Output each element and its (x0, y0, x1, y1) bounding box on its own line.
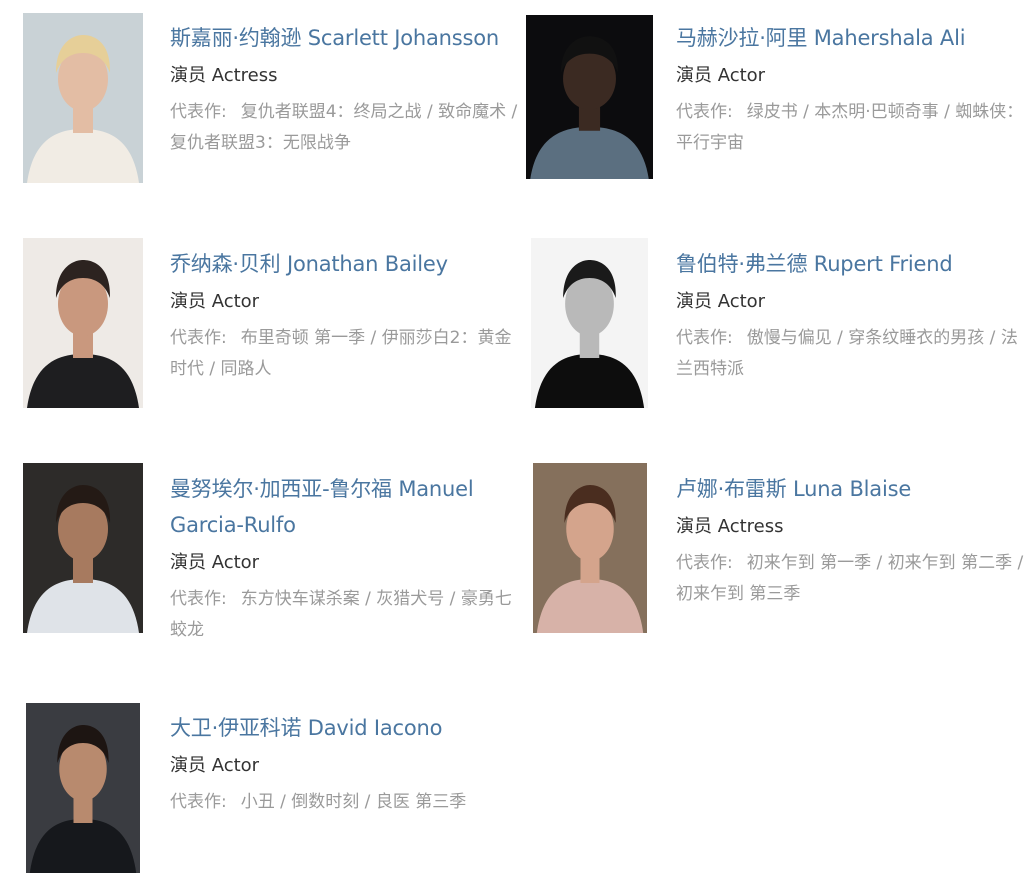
celebrity-photo[interactable] (23, 238, 143, 408)
celebrity-name-link[interactable]: 乔纳森·贝利 Jonathan Bailey (170, 246, 525, 282)
celebrity-photo[interactable] (23, 463, 143, 633)
celebrity-photo[interactable] (23, 13, 143, 183)
celebrity-photo[interactable] (26, 703, 140, 873)
celebrity-role: 演员 Actor (170, 552, 260, 573)
work-link[interactable]: 良医 第三季 (376, 792, 466, 812)
celebrity-photo[interactable] (533, 463, 647, 633)
work-link[interactable]: 本杰明·巴顿奇事 (814, 102, 938, 122)
celebrity-role: 演员 Actor (676, 65, 766, 86)
celebrity-name-link[interactable]: 鲁伯特·弗兰德 Rupert Friend (676, 246, 1026, 282)
celebrity-name-link[interactable]: 斯嘉丽·约翰逊 Scarlett Johansson (170, 20, 525, 56)
works-label: 代表作: (676, 328, 733, 348)
work-link[interactable]: 倒数时刻 (291, 792, 359, 812)
celebrity-photo[interactable] (526, 15, 653, 179)
representative-works: 代表作: 布里奇顿 第一季 / 伊丽莎白2：黄金时代 / 同路人 (170, 328, 512, 379)
celebrity-name-link[interactable]: 曼努埃尔·加西亚-鲁尔福 Manuel Garcia-Rulfo (170, 471, 525, 543)
work-link[interactable]: 傲慢与偏见 (747, 328, 832, 348)
representative-works: 代表作: 小丑 / 倒数时刻 / 良医 第三季 (170, 792, 467, 812)
representative-works: 代表作: 复仇者联盟4：终局之战 / 致命魔术 / 复仇者联盟3：无限战争 (170, 102, 518, 153)
work-link[interactable]: 初来乍到 第一季 (747, 553, 871, 573)
work-link[interactable]: 小丑 (241, 792, 275, 812)
celebrity-name-link[interactable]: 大卫·伊亚科诺 David Iacono (170, 710, 525, 746)
work-link[interactable]: 复仇者联盟4：终局之战 (241, 102, 422, 122)
celebrity-photo[interactable] (531, 238, 648, 408)
works-label: 代表作: (170, 792, 227, 812)
representative-works: 代表作: 傲慢与偏见 / 穿条纹睡衣的男孩 / 法兰西特派 (676, 328, 1018, 379)
works-label: 代表作: (676, 102, 733, 122)
work-link[interactable]: 穿条纹睡衣的男孩 (848, 328, 984, 348)
celebrity-role: 演员 Actor (676, 291, 766, 312)
representative-works: 代表作: 初来乍到 第一季 / 初来乍到 第二季 / 初来乍到 第三季 (676, 553, 1024, 604)
celebrity-role: 演员 Actor (170, 755, 260, 776)
celebrity-name-link[interactable]: 卢娜·布雷斯 Luna Blaise (676, 471, 1026, 507)
celebrity-role: 演员 Actress (676, 516, 784, 537)
celebrity-role: 演员 Actor (170, 291, 260, 312)
celebrity-role: 演员 Actress (170, 65, 278, 86)
work-link[interactable]: 初来乍到 第三季 (676, 584, 800, 604)
work-link[interactable]: 布里奇顿 第一季 (241, 328, 365, 348)
representative-works: 代表作: 东方快车谋杀案 / 灰猎犬号 / 豪勇七蛟龙 (170, 589, 512, 640)
works-label: 代表作: (170, 328, 227, 348)
work-link[interactable]: 复仇者联盟3：无限战争 (170, 133, 351, 153)
work-link[interactable]: 致命魔术 (438, 102, 506, 122)
work-link[interactable]: 东方快车谋杀案 (241, 589, 360, 609)
representative-works: 代表作: 绿皮书 / 本杰明·巴顿奇事 / 蜘蛛侠：平行宇宙 (676, 102, 1024, 153)
celebrity-name-link[interactable]: 马赫沙拉·阿里 Mahershala Ali (676, 20, 1026, 56)
work-link[interactable]: 初来乍到 第二季 (888, 553, 1012, 573)
works-label: 代表作: (170, 589, 227, 609)
works-label: 代表作: (676, 553, 733, 573)
work-link[interactable]: 灰猎犬号 (376, 589, 444, 609)
work-link[interactable]: 同路人 (221, 359, 272, 379)
work-link[interactable]: 绿皮书 (747, 102, 798, 122)
works-label: 代表作: (170, 102, 227, 122)
